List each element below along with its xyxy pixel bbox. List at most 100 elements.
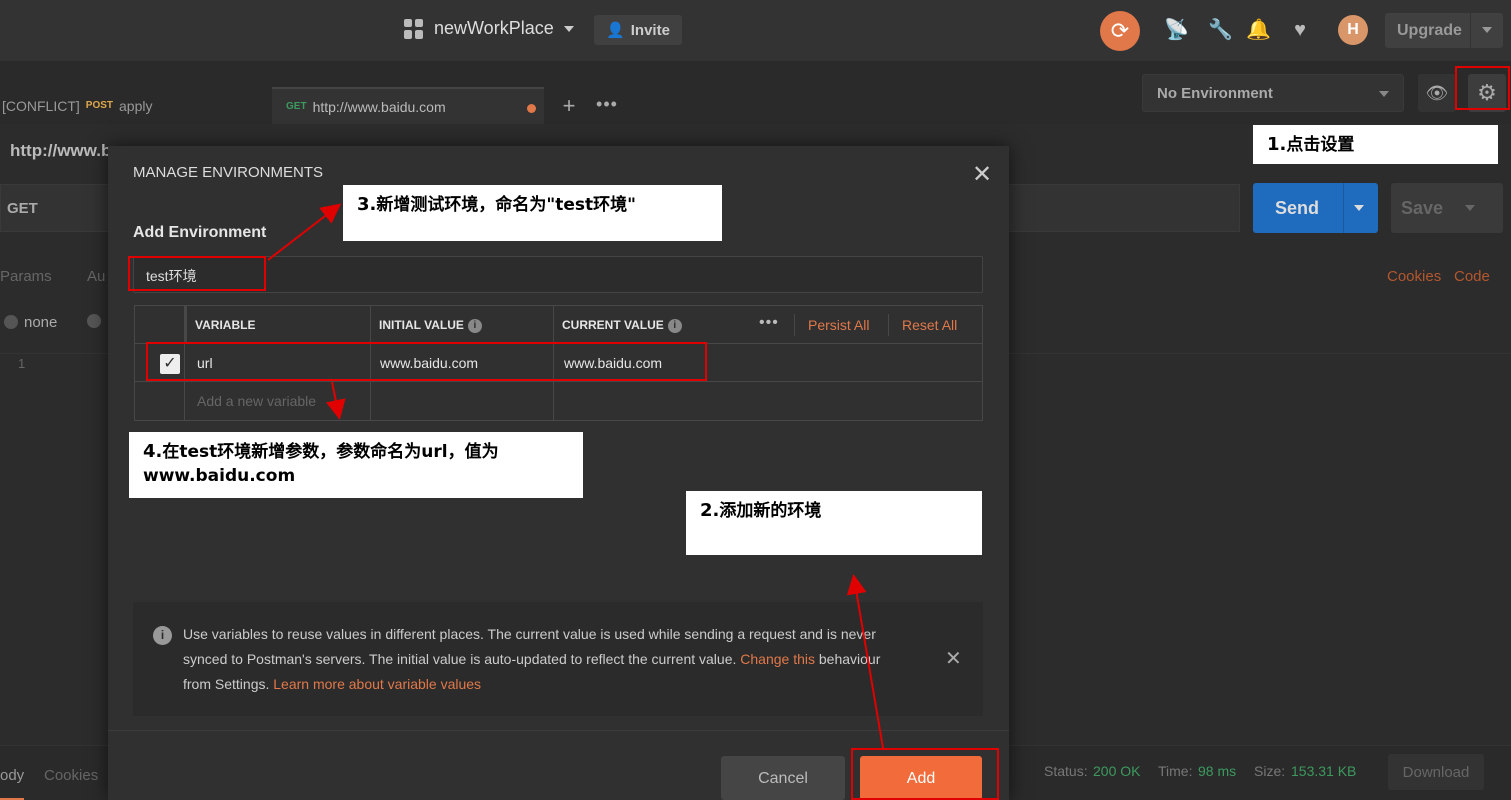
- info-icon[interactable]: i: [667, 318, 682, 333]
- column-variable: VARIABLE: [184, 306, 370, 344]
- callout-step-4: 4.在test环境新增参数，参数命名为url，值为www.baidu.com: [129, 432, 583, 498]
- method-select[interactable]: GET: [7, 200, 38, 217]
- chevron-down-icon: [1379, 91, 1389, 97]
- more-tabs-icon[interactable]: •••: [590, 87, 624, 124]
- tab-body[interactable]: ody: [0, 767, 25, 800]
- info-text: Use variables to reuse values in differe…: [183, 622, 883, 697]
- new-current-value-cell[interactable]: [553, 382, 983, 420]
- wrench-icon[interactable]: 🔧: [1208, 18, 1233, 42]
- table-header: VARIABLE INITIAL VALUE i CURRENT VALUE i •…: [135, 306, 982, 344]
- chevron-down-icon[interactable]: [1465, 205, 1475, 211]
- tab-cookies[interactable]: Cookies: [44, 767, 98, 784]
- reset-all-button[interactable]: Reset All: [902, 317, 957, 333]
- add-environment-heading: Add Environment: [133, 224, 267, 241]
- column-current-value: CURRENT VALUE i: [553, 306, 749, 344]
- request-title: http://www.b: [10, 141, 112, 160]
- table-row-new: Add a new variable: [135, 382, 982, 420]
- info-icon[interactable]: i: [467, 318, 482, 333]
- tab-title: http://www.baidu.com: [312, 98, 446, 115]
- callout-number: 4.: [143, 441, 163, 462]
- learn-more-link[interactable]: Learn more about variable values: [273, 676, 481, 692]
- divider: [108, 730, 1009, 731]
- avatar[interactable]: H: [1338, 15, 1368, 45]
- divider: [888, 314, 889, 336]
- line-number: 1: [18, 356, 26, 371]
- radio-icon: [4, 315, 18, 329]
- callout-step-1: 1.点击设置: [1253, 125, 1498, 164]
- eye-icon[interactable]: 👁: [1418, 74, 1456, 112]
- divider: [1343, 183, 1344, 233]
- workspace-switcher[interactable]: newWorkPlace: [404, 18, 574, 39]
- more-options-icon[interactable]: •••: [759, 314, 779, 332]
- callout-number: 1.: [1267, 134, 1287, 155]
- tab-auth[interactable]: Au: [87, 268, 105, 285]
- time-value: 98 ms: [1198, 763, 1237, 779]
- modal-title: MANAGE ENVIRONMENTS: [133, 164, 324, 181]
- invite-button[interactable]: 👤 Invite: [594, 15, 682, 45]
- tab-prefix: [CONFLICT]: [2, 97, 80, 114]
- highlight-gear: [1455, 66, 1510, 110]
- new-initial-value-cell[interactable]: [370, 382, 553, 420]
- new-tab-button[interactable]: +: [552, 87, 586, 124]
- add-user-icon: 👤: [606, 22, 625, 39]
- divider: [1470, 13, 1471, 48]
- tab-method: POST: [85, 100, 114, 111]
- column-label: INITIAL VALUE: [379, 318, 464, 332]
- body-none-radio[interactable]: none: [4, 314, 57, 331]
- cookies-link[interactable]: Cookies: [1387, 268, 1441, 285]
- callout-text: 新增测试环境，命名为"test环境": [376, 195, 636, 215]
- persist-all-button[interactable]: Persist All: [808, 317, 869, 333]
- top-bar: newWorkPlace 👤 Invite ⟳ 📡 🔧 🔔 ♥ H Upgrad…: [0, 0, 1511, 62]
- tab-conflict-post[interactable]: [CONFLICT] POST apply: [0, 87, 266, 124]
- change-settings-link[interactable]: Change this: [740, 651, 815, 667]
- tab-params[interactable]: Params: [0, 268, 52, 285]
- satellite-icon[interactable]: 📡: [1164, 18, 1189, 42]
- bell-icon[interactable]: 🔔: [1246, 18, 1271, 42]
- upgrade-button[interactable]: Upgrade: [1385, 13, 1503, 48]
- code-link[interactable]: Code: [1454, 268, 1490, 285]
- cancel-button[interactable]: Cancel: [721, 756, 845, 800]
- radio-label: none: [24, 314, 58, 331]
- column-initial-value: INITIAL VALUE i: [370, 306, 553, 344]
- environment-selected: No Environment: [1157, 85, 1273, 102]
- upgrade-label: Upgrade: [1397, 21, 1462, 39]
- chevron-down-icon[interactable]: [1354, 205, 1364, 211]
- size-value: 153.31 KB: [1291, 763, 1357, 779]
- tab-method: GET: [286, 101, 307, 112]
- highlight-env-name: [128, 256, 266, 291]
- callout-text: 在test环境新增参数，参数命名为url，值为www.baidu.com: [143, 442, 499, 486]
- highlight-variable-row: [146, 342, 707, 381]
- callout-text: 添加新的环境: [719, 501, 822, 521]
- column-label: CURRENT VALUE: [562, 318, 664, 332]
- chevron-down-icon[interactable]: [1482, 27, 1492, 33]
- callout-step-3: 3.新增测试环境，命名为"test环境": [343, 185, 722, 241]
- size-label: Size:: [1254, 763, 1286, 779]
- callout-step-2: 2.添加新的环境: [686, 491, 982, 555]
- send-label: Send: [1275, 198, 1320, 218]
- callout-number: 3.: [357, 194, 377, 215]
- sync-icon[interactable]: ⟳: [1100, 11, 1140, 51]
- radio-icon[interactable]: [87, 314, 101, 328]
- info-banner: i Use variables to reuse values in diffe…: [133, 602, 983, 716]
- info-icon: i: [153, 626, 172, 645]
- send-button[interactable]: Send: [1253, 183, 1378, 233]
- highlight-add-button: [851, 748, 999, 800]
- unsaved-dot-icon: [527, 104, 536, 113]
- column-label: VARIABLE: [195, 318, 256, 332]
- new-variable-input[interactable]: Add a new variable: [184, 382, 370, 420]
- invite-label: Invite: [630, 21, 670, 39]
- heart-icon[interactable]: ♥: [1288, 18, 1312, 42]
- status-value: 200 OK: [1093, 763, 1141, 779]
- save-label: Save: [1401, 198, 1444, 218]
- workspace-name: newWorkPlace: [434, 18, 554, 38]
- environment-select[interactable]: No Environment: [1142, 74, 1404, 112]
- tab-get-baidu[interactable]: GET http://www.baidu.com: [272, 87, 544, 124]
- save-button[interactable]: Save: [1391, 183, 1503, 233]
- close-icon[interactable]: ✕: [972, 160, 992, 189]
- close-icon[interactable]: ✕: [945, 646, 962, 671]
- tab-title: apply: [119, 97, 153, 114]
- callout-text: 点击设置: [1286, 135, 1355, 155]
- callout-number: 2.: [700, 500, 720, 521]
- download-button[interactable]: Download: [1388, 754, 1484, 790]
- time-label: Time:: [1158, 763, 1193, 779]
